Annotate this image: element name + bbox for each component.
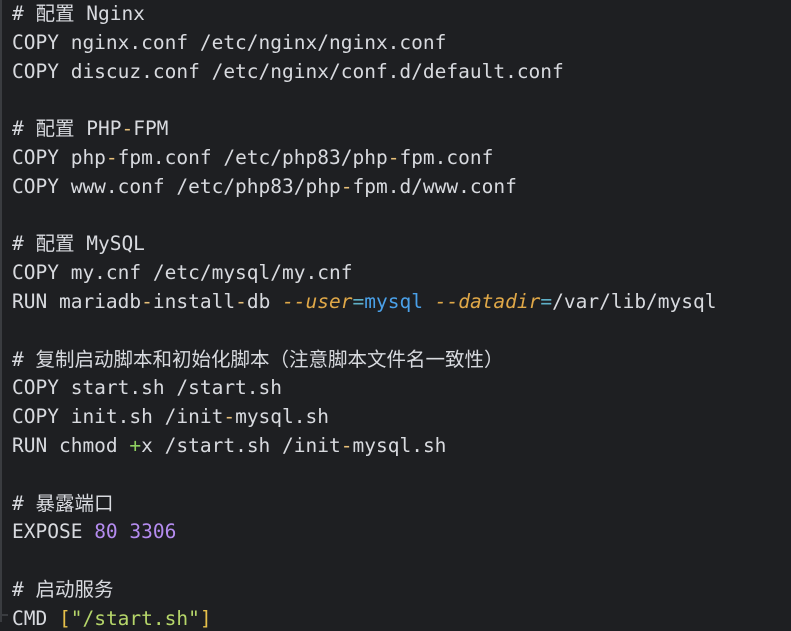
operator-dash: -: [121, 117, 134, 141]
comment-text: # 复制启动脚本和初始化脚本（注意脚本文件名一致性）: [12, 347, 504, 371]
code-line-9: # 配置 MySQL: [12, 230, 791, 259]
code-line-20-blank: [12, 547, 791, 576]
cmd-instruction: CMD: [12, 606, 59, 630]
expose-instruction: EXPOSE: [12, 520, 95, 544]
operator-dash: -: [340, 174, 353, 198]
comment-text: # 暴露端口: [12, 491, 114, 515]
code-line-6: COPY php-fpm.conf /etc/php83/php-fpm.con…: [12, 144, 791, 173]
path-text: mysql.sh: [235, 405, 329, 429]
copy-instruction: COPY nginx.conf /etc/nginx/nginx.conf: [12, 30, 447, 54]
code-line-10: COPY my.cnf /etc/mysql/my.cnf: [12, 259, 791, 288]
run-instruction: RUN chmod: [12, 433, 130, 457]
code-editor[interactable]: # 配置 Nginx COPY nginx.conf /etc/nginx/ng…: [0, 0, 791, 631]
code-line-18: # 暴露端口: [12, 490, 791, 519]
fold-guide-line: [0, 0, 2, 622]
code-line-7: COPY www.conf /etc/php83/php-fpm.d/www.c…: [12, 173, 791, 202]
code-line-14: COPY start.sh /start.sh: [12, 374, 791, 403]
operator-dash: -: [105, 145, 118, 169]
operator-dash: -: [340, 433, 353, 457]
option-flag-datadir: --datadir: [434, 289, 541, 313]
operator-dash: -: [223, 405, 236, 429]
copy-instruction: COPY www.conf /etc/php83/php: [12, 174, 341, 198]
copy-instruction: COPY my.cnf /etc/mysql/my.cnf: [12, 261, 353, 285]
operator-equals: =: [540, 289, 553, 313]
code-line-17-blank: [12, 461, 791, 490]
operator-dash: -: [235, 289, 247, 313]
option-value: mysql: [364, 289, 423, 313]
code-line-19: EXPOSE 80 3306: [12, 518, 791, 547]
port-number: 80: [94, 520, 118, 544]
code-content[interactable]: # 配置 Nginx COPY nginx.conf /etc/nginx/ng…: [12, 0, 791, 631]
operator-dash: -: [141, 289, 153, 313]
comment-text: # 配置 PHP: [12, 117, 122, 141]
bracket-open: [: [58, 606, 71, 630]
command-text: db: [246, 289, 283, 313]
comment-text: # 配置 Nginx: [12, 2, 145, 25]
code-line-12-blank: [12, 317, 791, 346]
path-text: mysql.sh: [352, 433, 447, 457]
string-literal: "/start.sh": [70, 606, 200, 630]
code-line-2: COPY nginx.conf /etc/nginx/nginx.conf: [12, 29, 791, 58]
operator-equals: =: [352, 289, 365, 313]
comment-text: FPM: [133, 117, 169, 141]
code-line-13: # 复制启动脚本和初始化脚本（注意脚本文件名一致性）: [12, 346, 791, 375]
code-line-5: # 配置 PHP-FPM: [12, 115, 791, 144]
code-line-11: RUN mariadb-install-db --user=mysql --da…: [12, 288, 791, 317]
code-line-16: RUN chmod +x /start.sh /init-mysql.sh: [12, 432, 791, 461]
path-text: fpm.d/www.conf: [352, 174, 517, 198]
operator-plus: +: [129, 433, 142, 457]
code-line-15: COPY init.sh /init-mysql.sh: [12, 403, 791, 432]
option-flag-user: --user: [282, 289, 353, 313]
path-text: fpm.conf: [399, 145, 494, 169]
run-instruction: RUN mariadb: [12, 289, 142, 313]
port-number: 3306: [129, 520, 177, 544]
code-line-22: CMD ["/start.sh"]: [12, 605, 791, 631]
copy-instruction: COPY php: [12, 145, 106, 169]
comment-text: # 启动服务: [12, 577, 114, 601]
operator-dash: -: [387, 145, 400, 169]
command-text: install: [152, 289, 236, 313]
fold-guide-end: [0, 614, 8, 616]
copy-instruction: COPY start.sh /start.sh: [12, 376, 283, 400]
command-text: x /start.sh /init: [141, 433, 341, 457]
copy-instruction: COPY discuz.conf /etc/nginx/conf.d/defau…: [12, 59, 564, 83]
code-line-1: # 配置 Nginx: [12, 0, 791, 29]
path-text: fpm.conf /etc/php83/php: [117, 145, 388, 169]
code-line-4-blank: [12, 86, 791, 115]
copy-instruction: COPY init.sh /init: [12, 405, 224, 429]
path-text: /var/lib/mysql: [552, 289, 717, 313]
code-line-3: COPY discuz.conf /etc/nginx/conf.d/defau…: [12, 58, 791, 87]
comment-text: # 配置 MySQL: [12, 232, 145, 256]
code-line-8-blank: [12, 202, 791, 231]
code-line-21: # 启动服务: [12, 576, 791, 605]
bracket-close: ]: [199, 606, 212, 630]
